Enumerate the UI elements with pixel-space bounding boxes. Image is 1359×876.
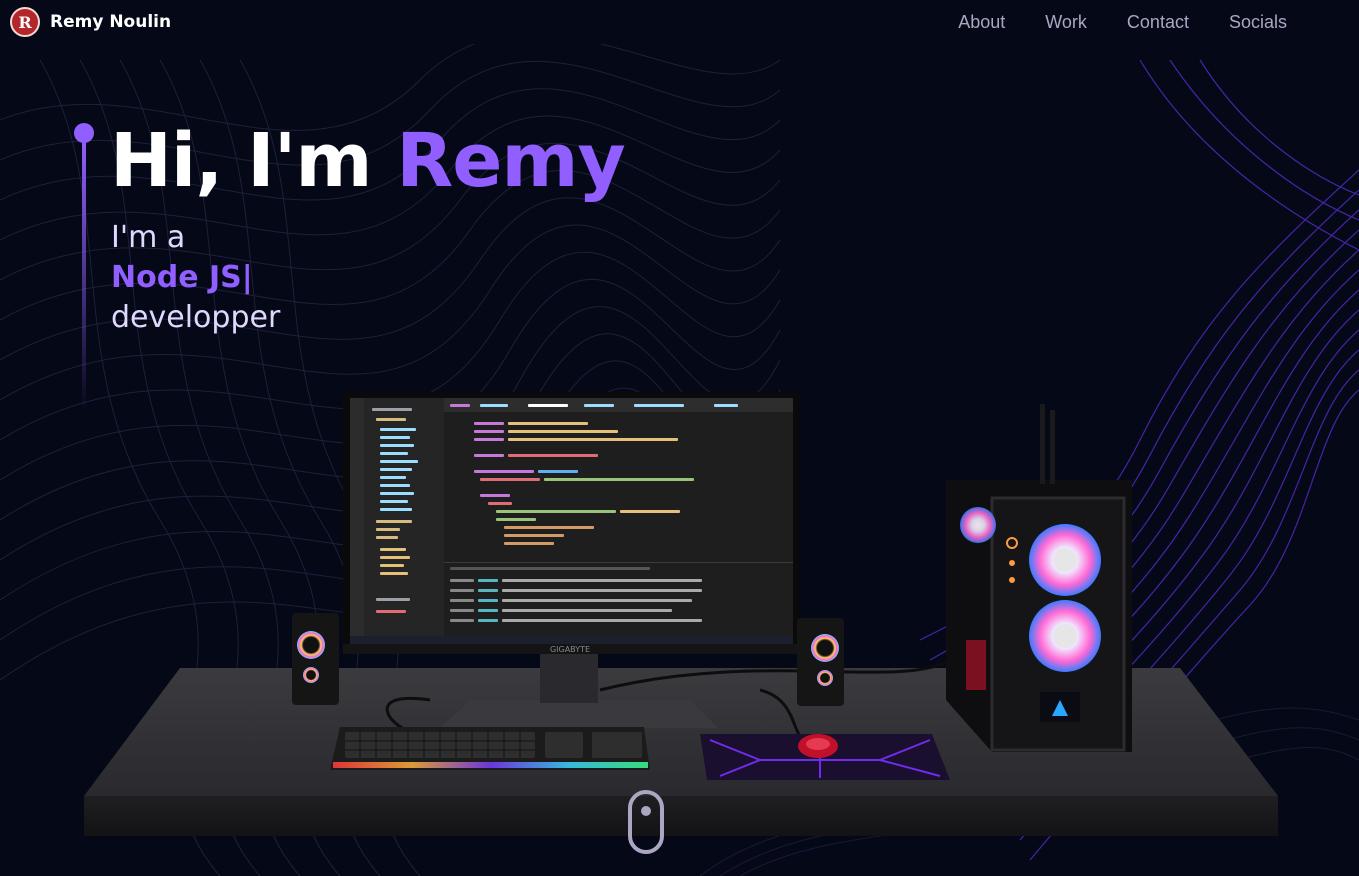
r-logo-icon: R bbox=[10, 7, 40, 37]
nav-links: About Work Contact Socials bbox=[958, 12, 1287, 33]
scroll-dot bbox=[641, 806, 651, 816]
editor-code bbox=[444, 412, 793, 562]
desktop-3d-canvas[interactable]: GIGABYTE bbox=[0, 0, 1359, 876]
brand-name: Remy Noulin bbox=[50, 12, 172, 32]
mouse-scroll-icon[interactable] bbox=[628, 790, 664, 854]
brand-link[interactable]: R Remy Noulin bbox=[10, 7, 171, 37]
nav-link-contact[interactable]: Contact bbox=[1127, 12, 1189, 33]
monitor-screen bbox=[350, 398, 793, 644]
editor-terminal bbox=[444, 562, 793, 636]
nav-link-socials[interactable]: Socials bbox=[1229, 12, 1287, 33]
editor-status-bar bbox=[350, 636, 793, 644]
nav-link-about[interactable]: About bbox=[958, 12, 1005, 33]
navbar: R Remy Noulin About Work Contact Socials bbox=[0, 0, 1359, 44]
nav-link-work[interactable]: Work bbox=[1045, 12, 1087, 33]
editor-explorer bbox=[364, 398, 444, 644]
editor-tabs bbox=[444, 398, 793, 412]
editor-activity-bar bbox=[350, 398, 364, 644]
monitor-brand: GIGABYTE bbox=[550, 645, 590, 654]
